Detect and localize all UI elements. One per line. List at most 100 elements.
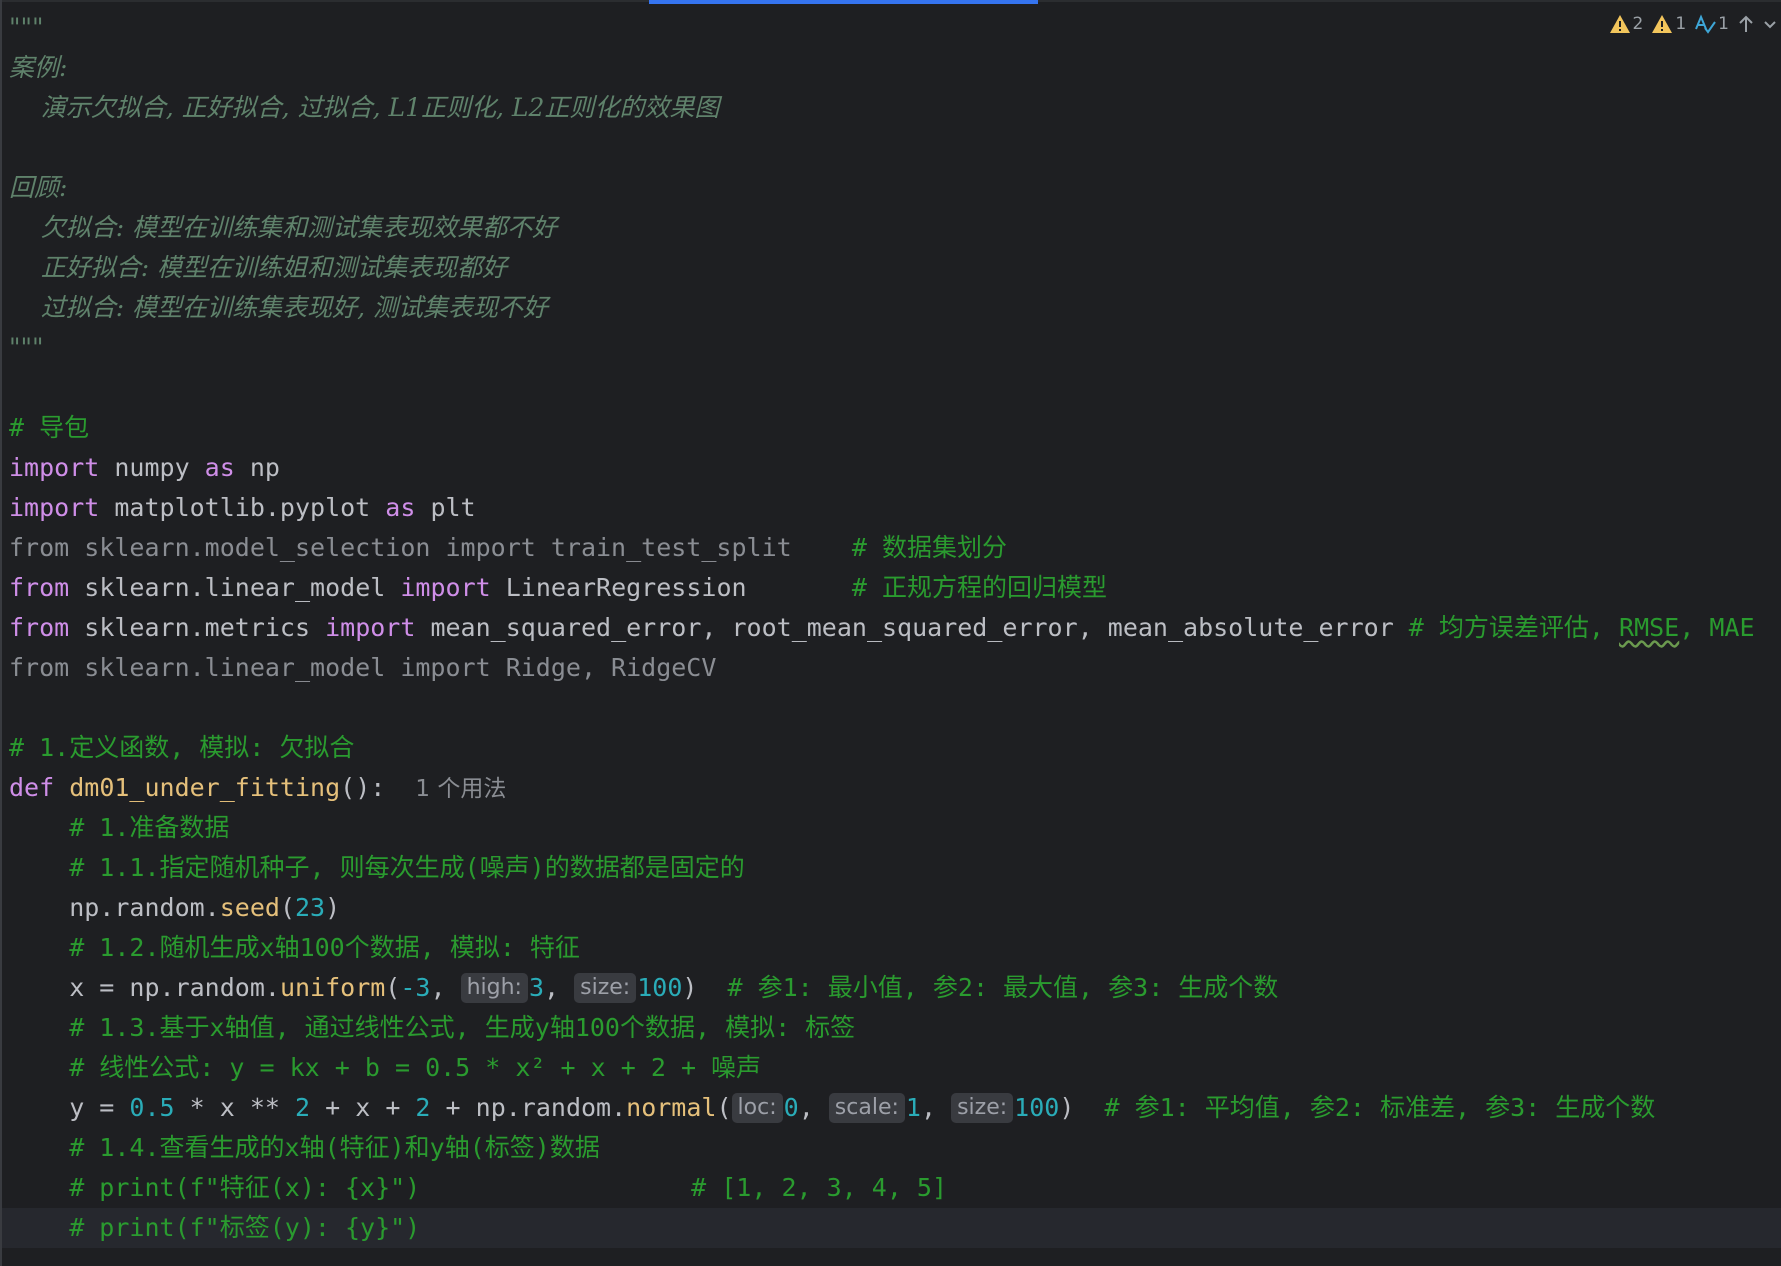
comment: # 正规方程的回归模型 — [851, 573, 1108, 602]
code-line-25[interactable]: x = np.random.uniform(-3, high: 3, size: 1… — [9, 968, 1278, 1008]
code-text: x = np.random. — [9, 973, 280, 1002]
method-call[interactable]: uniform — [280, 973, 385, 1002]
code-line-30[interactable]: # print(f"特征(x): {x}") # [1, 2, 3, 4, 5] — [9, 1168, 947, 1208]
number-literal: 100 — [1014, 1093, 1060, 1122]
warning-icon — [1652, 15, 1673, 33]
code-line-13[interactable]: import matplotlib.pyplot as plt — [9, 488, 476, 528]
docstring: """ — [9, 333, 44, 362]
code-text: sklearn.metrics — [69, 613, 326, 642]
arrow-up-icon[interactable] — [1737, 14, 1755, 34]
code-text: ( — [279, 893, 295, 922]
code-editor[interactable]: 2 1 1 """ 案例: 演示欠拟合, 正好拟合, 过拟合, L1正则化, L… — [0, 0, 1781, 1266]
keyword: import — [325, 613, 416, 642]
code-text: sklearn.linear_model — [69, 573, 401, 602]
code-text: numpy — [99, 453, 205, 482]
number-literal: 2 — [295, 1093, 311, 1122]
code-line-12[interactable]: import numpy as np — [9, 448, 280, 488]
code-line-22[interactable]: # 1.1.指定随机种子, 则每次生成(噪声)的数据都是固定的 — [9, 848, 745, 888]
comment: # 1.2.随机生成x轴100个数据, 模拟: 特征 — [9, 933, 580, 962]
code-text: + np.random. — [430, 1093, 627, 1122]
code-text: y = — [9, 1093, 130, 1122]
code-line-20[interactable]: def dm01_under_fitting(): 1 个用法 — [9, 768, 506, 808]
parameter-hint: size: — [951, 1093, 1014, 1123]
typos-counter[interactable]: 1 — [1694, 14, 1729, 34]
code-line-29[interactable]: # 1.4.查看生成的x轴(特征)和y轴(标签)数据 — [9, 1128, 600, 1168]
warnings-counter-b[interactable]: 1 — [1651, 14, 1686, 34]
code-line-15[interactable]: from sklearn.linear_model import LinearR… — [9, 568, 1107, 608]
comment: # 1.准备数据 — [9, 813, 230, 842]
chevron-down-icon[interactable] — [1763, 14, 1777, 34]
code-text: ( — [385, 973, 401, 1002]
code-line-31-current[interactable]: # print(f"标签(y): {y}") — [2, 1208, 1781, 1248]
comment: # 导包 — [9, 413, 90, 442]
code-line-14[interactable]: from sklearn.model_selection import trai… — [9, 528, 1007, 568]
keyword: from — [9, 573, 70, 602]
code-line-21[interactable]: # 1.准备数据 — [9, 808, 229, 848]
code-line-5[interactable]: 回顾: — [9, 168, 67, 208]
keyword: import — [400, 573, 491, 602]
number-literal: 0.5 — [129, 1093, 175, 1122]
number-literal: 2 — [415, 1093, 431, 1122]
typo-icon — [1695, 14, 1716, 34]
code-text: np.random. — [9, 893, 220, 922]
code-text: LinearRegression — [490, 573, 747, 602]
keyword: from — [9, 613, 70, 642]
warnings-count-a: 2 — [1632, 14, 1644, 34]
comment: # 1.定义函数, 模拟: 欠拟合 — [9, 733, 355, 762]
code-text: ( — [716, 1093, 732, 1122]
code-line-16[interactable]: from sklearn.metrics import mean_squared… — [9, 608, 1755, 648]
code-line-26[interactable]: # 1.3.基于x轴值, 通过线性公式, 生成y轴100个数据, 模拟: 标签 — [9, 1008, 855, 1048]
horizontal-scroll-thumb[interactable] — [649, 0, 1038, 4]
code-text: * x ** — [174, 1093, 295, 1122]
code-line-28[interactable]: y = 0.5 * x ** 2 + x + 2 + np.random.nor… — [9, 1088, 1655, 1128]
keyword: def — [9, 773, 55, 802]
code-line-17[interactable]: from sklearn.linear_model import Ridge, … — [9, 648, 716, 688]
number-literal: 3 — [528, 973, 545, 1002]
code-line-11[interactable]: # 导包 — [9, 408, 89, 448]
typo-highlight[interactable]: RMSE — [1619, 613, 1679, 642]
docstring: 欠拟合: 模型在训练集和测试集表现效果都不好 — [9, 213, 558, 242]
number-literal: 1 — [905, 1093, 921, 1122]
warnings-count-b: 1 — [1675, 14, 1687, 34]
code-line-9[interactable]: """ — [9, 328, 44, 368]
code-text: ) — [325, 893, 341, 922]
function-name[interactable]: dm01_under_fitting — [69, 773, 340, 802]
code-line-8[interactable]: 过拟合: 模型在训练集表现好, 测试集表现不好 — [9, 288, 548, 328]
code-line-27[interactable]: # 线性公式: y = kx + b = 0.5 * x² + x + 2 + … — [9, 1048, 761, 1088]
number-literal: -3 — [400, 973, 431, 1002]
warning-icon — [1609, 15, 1630, 33]
code-text: , — [430, 973, 461, 1002]
method-call[interactable]: normal — [626, 1093, 716, 1122]
code-line-23[interactable]: np.random.seed(23) — [9, 888, 340, 928]
comment: # print(f"标签(y): {y}") — [9, 1213, 421, 1242]
code-line-1[interactable]: """ — [9, 8, 44, 48]
docstring: 演示欠拟合, 正好拟合, 过拟合, L1正则化, L2正则化的效果图 — [9, 93, 720, 122]
keyword: import — [9, 493, 100, 522]
docstring: 案例: — [9, 53, 68, 82]
typos-count: 1 — [1718, 14, 1729, 34]
method-call[interactable]: seed — [220, 893, 280, 922]
comment: , MAE — [1679, 613, 1755, 642]
code-line-6[interactable]: 欠拟合: 模型在训练集和测试集表现效果都不好 — [9, 208, 557, 248]
inspection-widget[interactable]: 2 1 1 — [1609, 12, 1777, 36]
warnings-counter-a[interactable]: 2 — [1609, 14, 1644, 34]
code-text: , — [920, 1093, 952, 1122]
usages-hint[interactable]: 1 个用法 — [415, 776, 506, 802]
unused-import: from sklearn.linear_model import Ridge, … — [9, 653, 717, 682]
code-line-19[interactable]: # 1.定义函数, 模拟: 欠拟合 — [9, 728, 354, 768]
code-line-24[interactable]: # 1.2.随机生成x轴100个数据, 模拟: 特征 — [9, 928, 580, 968]
code-line-2[interactable]: 案例: — [9, 48, 67, 88]
padding — [747, 573, 852, 602]
code-line-7[interactable]: 正好拟合: 模型在训练姐和测试集表现都好 — [9, 248, 507, 288]
code-line-3[interactable]: 演示欠拟合, 正好拟合, 过拟合, L1正则化, L2正则化的效果图 — [9, 88, 720, 128]
docstring: 正好拟合: 模型在训练姐和测试集表现都好 — [9, 253, 508, 282]
comment: # 参1: 最小值, 参2: 最大值, 参3: 生成个数 — [727, 973, 1279, 1002]
code-text: mean_squared_error, root_mean_squared_er… — [415, 613, 1409, 642]
parameter-hint: loc: — [731, 1093, 783, 1123]
unused-import: from sklearn.model_selection import trai… — [9, 533, 792, 562]
comment: # print(f"特征(x): {x}") # [1, 2, 3, 4, 5] — [9, 1173, 948, 1202]
number-literal: 100 — [637, 973, 683, 1002]
docstring: """ — [9, 13, 44, 42]
code-text: , — [544, 973, 575, 1002]
